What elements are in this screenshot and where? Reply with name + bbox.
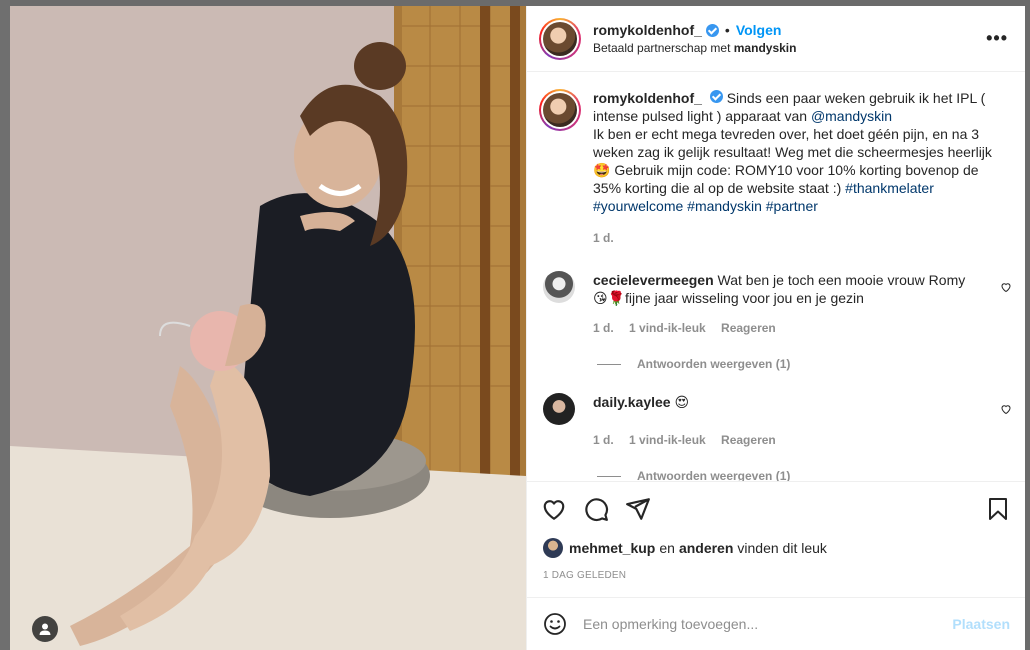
caption-time[interactable]: 1 d. [593,229,1003,247]
caption-username[interactable]: romykoldenhof_ [593,90,702,106]
comment-like-heart-icon[interactable] [1000,403,1012,415]
separator-dot: • [724,22,730,38]
hashtags-link[interactable]: #yourwelcome #mandyskin #partner [593,198,818,214]
profile-tag-icon [39,623,51,635]
more-options-icon[interactable]: ••• [986,28,1008,49]
hashtag-link[interactable]: #thankmelater [845,180,934,196]
liker-avatar[interactable] [543,538,563,558]
follow-button[interactable]: Volgen [736,22,782,38]
comment-meta: 1 d. 1 vind-ik-leuk Reageren [593,431,973,449]
likes-conjunction: en [659,540,675,556]
profile-tag-button[interactable] [32,616,58,642]
replies-divider [597,363,621,365]
left-backdrop [0,0,10,650]
partner-link[interactable]: mandyskin [734,41,797,55]
comment-username[interactable]: daily.kaylee [593,394,671,410]
replies-divider [597,475,621,477]
likes-summary: mehmet_kup en anderen vinden dit leuk [543,538,827,558]
add-comment-bar: Plaatsen [527,597,1026,650]
comment-icon[interactable] [583,496,609,522]
caption-mention-link[interactable]: @mandyskin [811,108,892,124]
comment-avatar[interactable] [543,393,575,425]
likes-others-link[interactable]: anderen [679,540,733,556]
comment-like-heart-icon[interactable] [1000,281,1012,293]
post-header: romykoldenhof_ • Volgen Betaald partners… [527,6,1026,72]
author-avatar[interactable] [539,17,581,60]
instagram-post: romykoldenhof_ • Volgen Betaald partners… [0,0,1030,650]
right-backdrop [1025,0,1030,650]
partnership-prefix: Betaald partnerschap met [593,41,731,55]
comment-text: 😍 [674,394,690,410]
comment-reply-button[interactable]: Reageren [721,321,776,335]
paid-partnership-label: Betaald partnerschap met mandyskin [593,41,796,55]
comment-likes[interactable]: 1 vind-ik-leuk [629,321,706,335]
likes-suffix: vinden dit leuk [737,540,827,556]
post-photo[interactable] [10,6,526,650]
comment-meta: 1 d. 1 vind-ik-leuk Reageren [593,319,973,337]
view-replies-button[interactable]: Antwoorden weergeven (1) [597,469,1026,481]
comment-username[interactable]: cecielevermeegen [593,272,714,288]
post-details-panel: romykoldenhof_ • Volgen Betaald partners… [526,6,1026,650]
emoji-icon[interactable] [543,612,567,636]
post-comment-button[interactable]: Plaatsen [952,616,1010,632]
comment-input[interactable] [583,616,953,632]
comment-reply-button[interactable]: Reageren [721,433,776,447]
post-photo-illustration [10,6,526,650]
liker-username[interactable]: mehmet_kup [569,540,655,556]
heart-icon[interactable] [541,496,567,522]
comment-avatar[interactable] [543,271,575,303]
view-replies-label: Antwoorden weergeven (1) [637,469,791,481]
post-caption: romykoldenhof_ Sinds een paar weken gebr… [527,73,1026,247]
comments-list[interactable]: romykoldenhof_ Sinds een paar weken gebr… [527,73,1026,481]
post-actions: mehmet_kup en anderen vinden dit leuk 1 … [527,481,1026,597]
share-icon[interactable] [625,496,651,522]
author-username[interactable]: romykoldenhof_ [593,22,702,38]
comment-likes[interactable]: 1 vind-ik-leuk [629,433,706,447]
post-date[interactable]: 1 DAG GELEDEN [543,570,626,581]
comment-time[interactable]: 1 d. [593,321,614,335]
bookmark-icon[interactable] [986,496,1010,522]
verified-badge-icon [705,23,719,37]
comment-item: daily.kaylee 😍 1 d. 1 vind-ik-leuk Reage… [527,393,1026,449]
verified-badge-icon [709,90,723,103]
comment-item: cecielevermeegen Wat ben je toch een moo… [527,271,1026,337]
view-replies-label: Antwoorden weergeven (1) [637,357,791,371]
caption-avatar[interactable] [539,89,581,131]
comment-time[interactable]: 1 d. [593,433,614,447]
view-replies-button[interactable]: Antwoorden weergeven (1) [597,357,1026,371]
